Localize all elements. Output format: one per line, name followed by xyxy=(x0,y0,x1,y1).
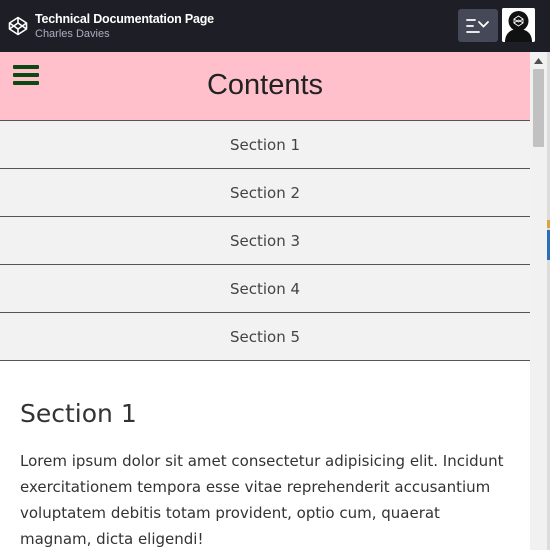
main-content: Contents Section 1 Section 2 Section 3 S… xyxy=(0,52,530,550)
app-topbar: Technical Documentation Page Charles Dav… xyxy=(0,0,550,52)
scrollbar-thumb[interactable] xyxy=(533,69,544,147)
section-heading: Section 1 xyxy=(20,399,137,428)
layout-toggle-button[interactable] xyxy=(458,9,498,42)
scroll-up-arrow-icon[interactable] xyxy=(530,52,547,69)
navbar: Contents Section 1 Section 2 Section 3 S… xyxy=(0,52,530,361)
hamburger-menu-icon[interactable] xyxy=(13,65,39,85)
vertical-scrollbar[interactable] xyxy=(530,52,547,550)
section-text: Lorem ipsum dolor sit amet consectetur a… xyxy=(20,452,504,548)
user-avatar[interactable] xyxy=(502,8,535,42)
layout-toggle-icon xyxy=(466,18,489,33)
nav-link-section-1[interactable]: Section 1 xyxy=(0,121,530,169)
app-titles: Technical Documentation Page Charles Dav… xyxy=(35,11,214,41)
page-title[interactable]: Technical Documentation Page xyxy=(35,11,214,27)
contents-title: Contents xyxy=(206,68,324,101)
main-section-1: Section 1 Lorem ipsum dolor sit amet con… xyxy=(0,361,530,550)
nav-link-section-3[interactable]: Section 3 xyxy=(0,217,530,265)
author-name[interactable]: Charles Davies xyxy=(35,27,214,41)
nav-link-section-2[interactable]: Section 2 xyxy=(0,169,530,217)
nav-link-section-4[interactable]: Section 4 xyxy=(0,265,530,313)
contents-header: Contents xyxy=(0,52,530,121)
user-avatar-icon xyxy=(502,8,535,42)
codepen-logo-icon[interactable] xyxy=(7,15,29,37)
nav-link-section-5[interactable]: Section 5 xyxy=(0,313,530,361)
